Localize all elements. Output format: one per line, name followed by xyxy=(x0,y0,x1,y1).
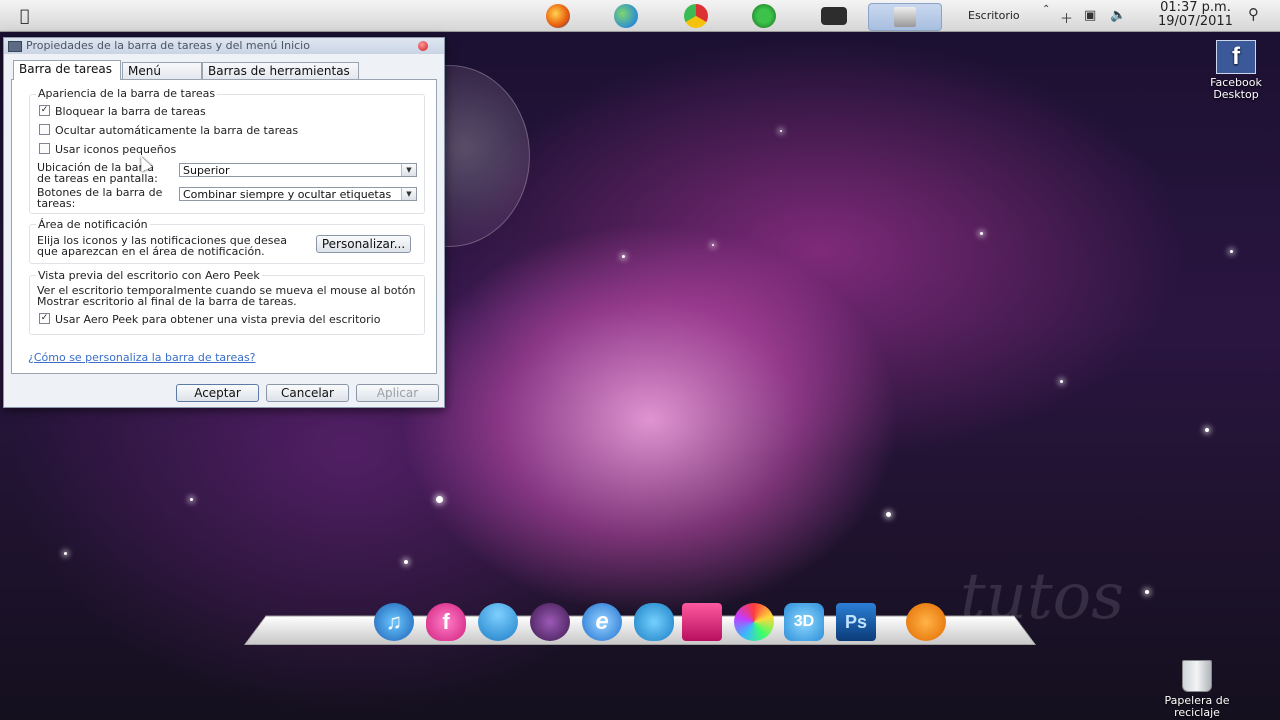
star xyxy=(1230,250,1233,253)
autohide-checkbox[interactable] xyxy=(39,124,50,135)
close-icon[interactable] xyxy=(418,41,428,51)
tab-taskbar[interactable]: Barra de tareas xyxy=(13,60,121,80)
star xyxy=(190,498,193,501)
star xyxy=(1145,590,1149,594)
facebook-heart-icon[interactable]: f xyxy=(426,603,466,641)
small-icons-label: Usar iconos pequeños xyxy=(55,143,177,156)
buttons-label: Botones de la barra de tareas: xyxy=(37,186,163,210)
plus-icon[interactable]: ＋ xyxy=(1060,8,1073,27)
3d-icon[interactable]: 3D xyxy=(784,603,824,641)
search-icon[interactable]: ⚲ xyxy=(1248,5,1259,23)
customize-button[interactable]: Personalizar... xyxy=(316,235,411,253)
small-icons-checkbox[interactable] xyxy=(39,143,50,154)
buttons-select-value: Combinar siempre y ocultar etiquetas xyxy=(183,188,392,201)
lock-taskbar-label: Bloquear la barra de tareas xyxy=(55,105,206,118)
star xyxy=(64,552,67,555)
cancel-button[interactable]: Cancelar xyxy=(266,384,349,402)
star xyxy=(622,255,625,258)
star xyxy=(712,244,714,246)
elephant-icon[interactable] xyxy=(634,603,674,641)
window-title-bar[interactable]: Propiedades de la barra de tareas y del … xyxy=(4,38,444,54)
aero-peek-text-2: Mostrar escritorio al final de la barra … xyxy=(37,295,297,308)
chevron-icon[interactable]: ⌃ xyxy=(1042,4,1050,15)
network-icon[interactable]: ▣ xyxy=(1084,8,1096,23)
internet-explorer-icon[interactable]: e xyxy=(582,603,622,641)
buttons-select[interactable]: Combinar siempre y ocultar etiquetas ▼ xyxy=(179,187,417,201)
camera-icon[interactable] xyxy=(812,3,856,29)
star xyxy=(436,496,443,503)
media-disc-icon[interactable] xyxy=(734,603,774,641)
star xyxy=(1060,380,1063,383)
lock-taskbar-checkbox[interactable]: ✓ xyxy=(39,105,50,116)
chrome-icon[interactable] xyxy=(674,3,718,29)
monster-icon[interactable] xyxy=(682,603,722,641)
tab-start-menu[interactable]: Menú Inicio xyxy=(122,62,202,95)
window-title: Propiedades de la barra de tareas y del … xyxy=(26,39,310,52)
aero-peek-group-label: Vista previa del escritorio con Aero Pee… xyxy=(36,269,262,282)
firefox-icon[interactable] xyxy=(536,3,580,29)
recycle-bin-shortcut[interactable]: Papelera de reciclaje xyxy=(1155,660,1239,719)
recycle-bin-icon xyxy=(1182,660,1212,692)
clock-time: 01:37 p.m. xyxy=(1160,0,1231,15)
robot-icon[interactable] xyxy=(530,603,570,641)
facebook-icon: f xyxy=(1216,40,1256,74)
aero-peek-label: Usar Aero Peek para obtener una vista pr… xyxy=(55,313,381,326)
help-link[interactable]: ¿Cómo se personaliza la barra de tareas? xyxy=(28,351,256,364)
taskbar-properties-dialog: Propiedades de la barra de tareas y del … xyxy=(3,37,445,408)
chevron-down-icon: ▼ xyxy=(401,188,416,200)
tab-toolbars[interactable]: Barras de herramientas xyxy=(202,62,359,79)
facebook-desktop-label: Facebook Desktop xyxy=(1210,76,1262,101)
chevron-down-icon: ▼ xyxy=(401,164,416,176)
star xyxy=(1205,428,1209,432)
headphones-icon[interactable] xyxy=(742,3,786,29)
photoshop-icon[interactable]: Ps xyxy=(836,603,876,641)
star xyxy=(886,512,891,517)
apply-button[interactable]: Aplicar xyxy=(356,384,439,402)
aero-peek-checkbox[interactable]: ✓ xyxy=(39,313,50,324)
star xyxy=(404,560,408,564)
facebook-desktop-shortcut[interactable]: f Facebook Desktop xyxy=(1200,40,1272,101)
messenger-icon[interactable] xyxy=(478,603,518,641)
notification-text: Elija los iconos y las notificaciones qu… xyxy=(37,234,287,258)
autohide-label: Ocultar automáticamente la barra de tare… xyxy=(55,124,299,137)
apple-icon[interactable]:  xyxy=(20,7,38,25)
vlc-icon[interactable] xyxy=(906,603,946,641)
appearance-group-label: Apariencia de la barra de tareas xyxy=(36,87,218,100)
explorer-window-icon[interactable] xyxy=(868,3,942,31)
notification-group-label: Área de notificación xyxy=(36,218,150,231)
star xyxy=(780,130,782,132)
volume-icon[interactable]: 🔈 xyxy=(1110,8,1126,23)
itunes-icon[interactable]: ♫ xyxy=(374,603,414,641)
taskbar-icon xyxy=(8,41,22,52)
location-select-value: Superior xyxy=(183,164,230,177)
clock[interactable]: 01:37 p.m. 19/07/2011 xyxy=(1158,1,1233,29)
messenger-icon[interactable] xyxy=(604,3,648,29)
desktop-toolbar-label[interactable]: Escritorio xyxy=(968,9,1020,22)
ok-button[interactable]: Aceptar xyxy=(176,384,259,402)
clock-date: 19/07/2011 xyxy=(1158,14,1233,29)
location-select[interactable]: Superior ▼ xyxy=(179,163,417,177)
recycle-bin-label: Papelera de reciclaje xyxy=(1164,694,1230,719)
tab-panel: Apariencia de la barra de tareas ✓ Bloqu… xyxy=(11,79,437,374)
star xyxy=(980,232,983,235)
top-menu-bar:  Escritorio ⌃ ＋ ▣ 🔈 01:37 p.m. 19/07/20… xyxy=(0,0,1280,32)
